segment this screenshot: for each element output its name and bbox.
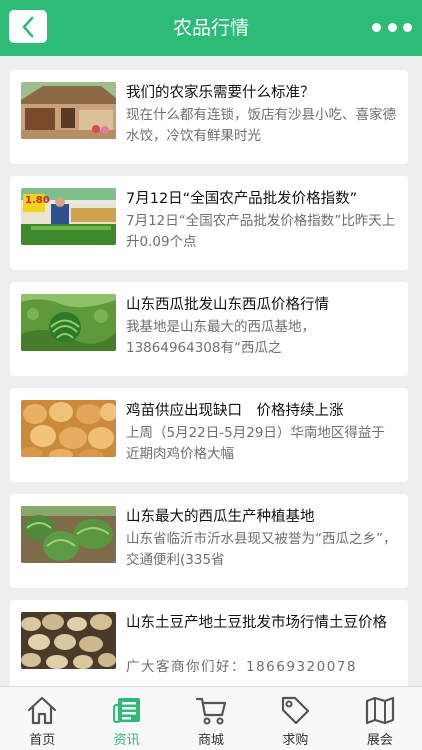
tab-label: 展会 xyxy=(366,733,393,748)
cart-icon xyxy=(195,697,227,725)
tab-home[interactable]: 首页 xyxy=(0,687,84,750)
news-icon xyxy=(112,698,140,723)
article-thumbnail xyxy=(21,82,116,139)
tab-label: 资讯 xyxy=(113,733,140,748)
article-card[interactable]: 山东土豆产地土豆批发市场行情土豆价格 广大客商你们好：18669320078 xyxy=(10,600,408,694)
article-thumbnail xyxy=(21,506,116,563)
article-thumbnail: 1.80 xyxy=(21,188,116,245)
article-thumbnail xyxy=(21,294,116,351)
article-summary: 山东省临沂市沂水县现又被誉为“西瓜之乡”，交通便利(335省 xyxy=(126,531,397,568)
article-card[interactable]: 鸡苗供应出现缺口 价格持续上涨 上周（5月22日-5月29日）华南地区得益于近期… xyxy=(10,388,408,482)
tab-buy-request[interactable]: 求购 xyxy=(253,687,337,750)
article-summary: 现在什么都有连锁，饭店有沙县小吃、喜家德水饺，冷饮有鲜果时光 xyxy=(126,107,396,144)
tag-icon xyxy=(282,696,310,725)
map-icon xyxy=(365,696,394,725)
article-summary: 我基地是山东最大的西瓜基地，13864964308有“西瓜之 xyxy=(126,319,315,356)
article-card[interactable]: 山东西瓜批发山东西瓜价格行情 我基地是山东最大的西瓜基地，13864964308… xyxy=(10,282,408,376)
tab-news[interactable]: 资讯 xyxy=(84,687,168,750)
article-summary: 上周（5月22日-5月29日）华南地区得益于近期肉鸡价格大幅 xyxy=(126,425,385,462)
tab-exhibition[interactable]: 展会 xyxy=(338,687,422,750)
article-title: 7月12日“全国农产品批发价格指数” xyxy=(126,191,358,207)
article-thumbnail xyxy=(21,400,116,457)
top-bar: 农品行情 xyxy=(0,0,422,56)
article-title: 鸡苗供应出现缺口 价格持续上涨 xyxy=(126,403,344,419)
article-card[interactable]: 山东最大的西瓜生产种植基地 山东省临沂市沂水县现又被誉为“西瓜之乡”，交通便利(… xyxy=(10,494,408,588)
more-button[interactable] xyxy=(372,14,412,40)
home-icon xyxy=(28,696,57,725)
article-title: 我们的农家乐需要什么标准？ xyxy=(126,85,315,101)
article-summary: 广大客商你们好：18669320078 xyxy=(126,659,357,675)
price-badge: 1.80 xyxy=(25,195,50,206)
article-thumbnail xyxy=(21,612,116,669)
tab-shop[interactable]: 商城 xyxy=(169,687,253,750)
article-title: 山东土豆产地土豆批发市场行情土豆价格 xyxy=(126,615,387,631)
tab-label: 求购 xyxy=(282,733,309,748)
article-card[interactable]: 我们的农家乐需要什么标准？ 现在什么都有连锁，饭店有沙县小吃、喜家德水饺，冷饮有… xyxy=(10,70,408,164)
more-dots-icon xyxy=(372,22,381,32)
page-title: 农品行情 xyxy=(172,17,249,39)
tab-label: 首页 xyxy=(29,733,56,748)
article-title: 山东最大的西瓜生产种植基地 xyxy=(126,509,315,525)
article-title: 山东西瓜批发山东西瓜价格行情 xyxy=(126,297,329,313)
article-card[interactable]: 1.80 7月12日“全国农产品批发价格指数” 7月12日“全国农产品批发价格指… xyxy=(10,176,408,270)
article-summary: 7月12日“全国农产品批发价格指数”比昨天上升0.09个点 xyxy=(126,213,396,250)
tab-label: 商城 xyxy=(198,733,225,748)
bottom-tab-bar: 首页 资讯 商城 求购 展会 xyxy=(0,686,422,750)
